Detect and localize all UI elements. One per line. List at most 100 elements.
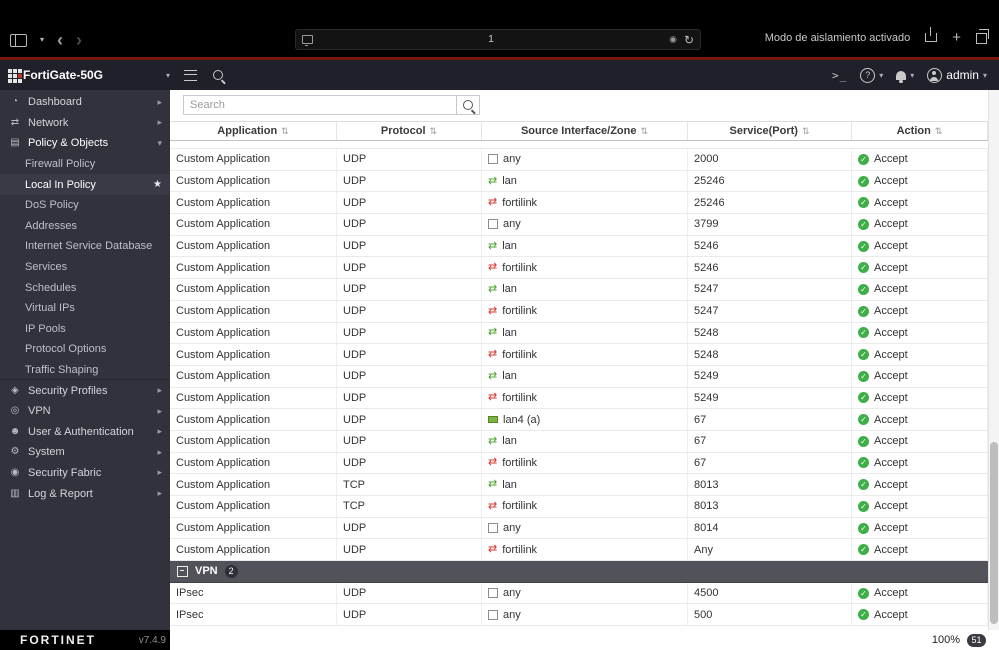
search-button[interactable]	[457, 95, 480, 115]
table-row[interactable]: Custom Application UDP fortilink 25246 Accep…	[170, 192, 988, 215]
search-input[interactable]	[183, 95, 457, 115]
vertical-scrollbar[interactable]	[988, 90, 999, 630]
accept-check-icon	[858, 262, 869, 274]
sort-icon[interactable]: ⇅	[802, 126, 810, 136]
address-text[interactable]: 1	[313, 34, 669, 45]
table-row[interactable]: Custom Application UDP fortilink 5247 Accept	[170, 300, 988, 323]
table-row[interactable]: Custom Application UDP fortilink 5249 Accept	[170, 387, 988, 410]
sort-icon[interactable]: ⇅	[641, 126, 649, 136]
column-header-label: Application	[217, 125, 278, 137]
interface-name: fortilink	[502, 391, 538, 404]
sidebar-item-virtual-ips[interactable]: Virtual IPs	[0, 298, 170, 319]
sidebar-item-system[interactable]: System ▸	[0, 442, 170, 463]
cell-action: Accept	[852, 604, 988, 626]
menu-toggle-icon[interactable]	[184, 69, 197, 81]
table-row[interactable]: Custom Application UDP lan 5248 Accept	[170, 322, 988, 345]
sidebar-item-services[interactable]: Services	[0, 257, 170, 278]
scrollbar-thumb[interactable]	[990, 442, 998, 624]
application-name: Custom Application	[176, 478, 271, 491]
column-header-source-interface-zone[interactable]: Source Interface/Zone ⇅	[482, 122, 688, 140]
sidebar-item-addresses[interactable]: Addresses	[0, 216, 170, 237]
table-row[interactable]: Custom Application UDP fortilink 5248 Accept	[170, 344, 988, 366]
column-header-action[interactable]: Action ⇅	[852, 122, 988, 140]
interface-name: fortilink	[502, 500, 538, 513]
table-row[interactable]: Custom Application UDP any 8014 Accept	[170, 517, 988, 540]
reload-icon[interactable]: ↻	[684, 34, 694, 46]
action-label: Accept	[874, 435, 908, 448]
browser-sidebar-toggle-icon[interactable]	[10, 33, 27, 47]
browser-address-bar[interactable]: 1 ◉ ↻	[295, 29, 701, 50]
sort-icon[interactable]: ⇅	[281, 126, 289, 136]
table-row[interactable]: Custom Application TCP lan 8013 Accept	[170, 474, 988, 496]
sidebar-item-dos-policy[interactable]: DoS Policy	[0, 195, 170, 216]
table-row[interactable]: Custom Application UDP fortilink 5246 Accept	[170, 257, 988, 280]
sidebar-item-schedules[interactable]: Schedules	[0, 277, 170, 298]
table-row[interactable]: Custom Application UDP lan 67 Accept	[170, 430, 988, 453]
sidebar-item-local-in-policy[interactable]: Local In Policy ★	[0, 174, 170, 195]
cell-service-port: 4500	[688, 582, 852, 604]
action-label: Accept	[874, 240, 908, 253]
port-interface-icon	[488, 416, 498, 424]
interface-name: fortilink	[502, 543, 538, 556]
table-row[interactable]: IPsec UDP any 500 Accept	[170, 604, 988, 627]
sidebar-item-security-profiles[interactable]: Security Profiles ▸	[0, 380, 170, 401]
sort-icon[interactable]: ⇅	[935, 126, 943, 136]
table-row[interactable]: Custom Application UDP lan4 (a) 67 Accept	[170, 409, 988, 431]
sidebar-item-vpn[interactable]: VPN ▸	[0, 401, 170, 422]
sidebar-item-log-report[interactable]: Log & Report ▸	[0, 483, 170, 504]
table-row[interactable]: Custom Application TCP fortilink 8013 Accept	[170, 496, 988, 518]
accept-check-icon	[858, 327, 869, 339]
cell-protocol: UDP	[337, 430, 482, 452]
sidebar-item-internet-service-database[interactable]: Internet Service Database	[0, 236, 170, 257]
table-row[interactable]: Custom Application UDP lan 5246 Accept	[170, 235, 988, 258]
notifications-dropdown[interactable]: ▾	[896, 70, 914, 83]
sidebar-item-network[interactable]: Network ▸	[0, 113, 170, 134]
device-dropdown[interactable]: FortiGate-50G ▾	[0, 68, 170, 82]
table-row[interactable]: Custom Application UDP any 2000 Accept	[170, 149, 988, 171]
sidebar-item-label: Security Fabric	[28, 466, 102, 479]
help-dropdown[interactable]: ? ▾	[860, 67, 883, 83]
admin-dropdown[interactable]: admin ▾	[927, 67, 987, 83]
sidebar-item-protocol-options[interactable]: Protocol Options	[0, 339, 170, 360]
cell-application: Custom Application	[170, 496, 337, 517]
column-header-application[interactable]: Application ⇅	[170, 122, 337, 140]
table-row[interactable]: IPsec UDP any 4500 Accept	[170, 582, 988, 605]
zoom-level[interactable]: 100%	[932, 634, 960, 646]
cell-source-interface: fortilink	[482, 344, 688, 365]
browser-forward-button[interactable]: ›	[76, 31, 82, 49]
new-tab-icon[interactable]: +	[952, 30, 961, 45]
cell-protocol: UDP	[337, 452, 482, 474]
group-row-vpn[interactable]: VPN 2	[170, 561, 988, 583]
interface-name: fortilink	[502, 305, 538, 318]
sidebar-item-label: Services	[25, 261, 68, 274]
sidebar-item-security-fabric[interactable]: Security Fabric ▸	[0, 463, 170, 484]
favorite-star-icon[interactable]: ★	[153, 179, 162, 190]
sidebar-item-firewall-policy[interactable]: Firewall Policy	[0, 154, 170, 175]
column-header-service-port[interactable]: Service(Port) ⇅	[688, 122, 852, 140]
share-icon[interactable]	[925, 27, 938, 42]
cli-console-button[interactable]: >_	[832, 69, 847, 82]
table-row[interactable]: Custom Application UDP lan 5249 Accept	[170, 365, 988, 388]
sidebar-item-ip-pools[interactable]: IP Pools	[0, 319, 170, 340]
tabs-overview-icon[interactable]	[976, 29, 989, 44]
table-row[interactable]: Custom Application UDP fortilink Any Accept	[170, 539, 988, 562]
cell-source-interface: any	[482, 604, 688, 626]
sidebar-item-policy-objects[interactable]: Policy & Objects ▾	[0, 133, 170, 154]
column-header-protocol[interactable]: Protocol ⇅	[337, 122, 482, 140]
sort-icon[interactable]: ⇅	[430, 126, 438, 136]
sidebar-item-traffic-shaping[interactable]: Traffic Shaping	[0, 360, 170, 381]
chevron-down-icon[interactable]: ▾	[40, 36, 44, 44]
table-row[interactable]: Custom Application UDP lan 5247 Accept	[170, 279, 988, 301]
shield-icon[interactable]: ◉	[669, 35, 677, 44]
table-row[interactable]: Custom Application UDP lan 25246 Accept	[170, 170, 988, 193]
table-row[interactable]: Custom Application UDP any 3799 Accept	[170, 214, 988, 236]
search-icon[interactable]	[213, 70, 223, 80]
sidebar-item-user-authentication[interactable]: User & Authentication ▸	[0, 422, 170, 443]
browser-back-button[interactable]: ‹	[57, 31, 63, 49]
collapse-icon[interactable]	[177, 565, 188, 577]
sidebar-item-dashboard[interactable]: Dashboard ▸	[0, 92, 170, 113]
protocol-name: UDP	[343, 261, 367, 274]
site-info-icon[interactable]	[302, 35, 313, 46]
cell-source-interface: lan	[482, 170, 688, 192]
table-row[interactable]: Custom Application UDP fortilink 67 Accept	[170, 452, 988, 475]
